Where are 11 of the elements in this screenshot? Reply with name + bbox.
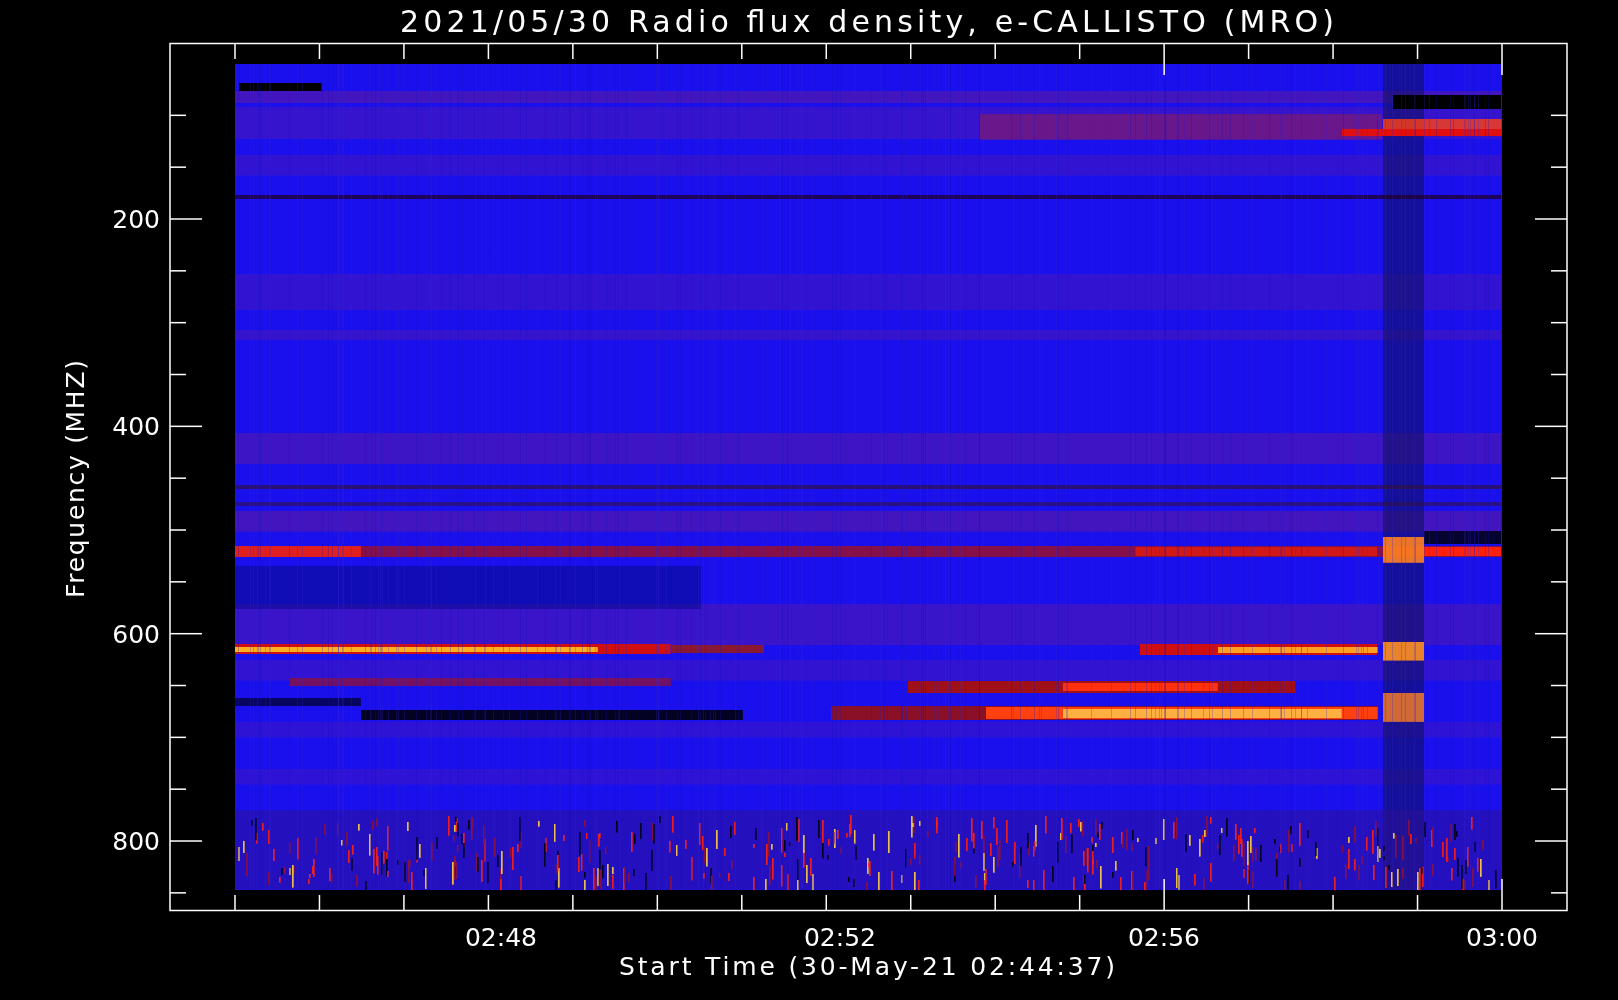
x-tick-label: 02:48 <box>465 923 537 952</box>
y-tick-label: 200 <box>112 205 160 234</box>
chart-title: 2021/05/30 Radio flux density, e-CALLISTO (MRO) <box>400 4 1334 39</box>
y-tick-label: 400 <box>112 412 160 441</box>
x-axis-label: Start Time (30-May-21 02:44:37) <box>619 952 1115 981</box>
y-tick-label: 800 <box>112 827 160 856</box>
x-tick-label: 03:00 <box>1466 923 1538 952</box>
y-axis-label: Frequency (MHZ) <box>61 360 90 598</box>
y-tick-label: 600 <box>112 620 160 649</box>
x-tick-label: 02:56 <box>1128 923 1200 952</box>
x-tick-label: 02:52 <box>804 923 876 952</box>
